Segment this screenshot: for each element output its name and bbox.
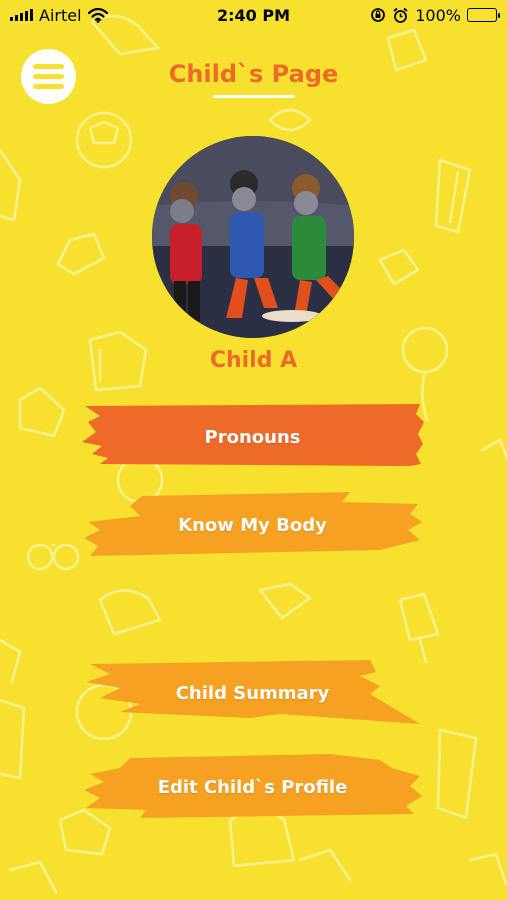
status-bar-left: Airtel [10,6,108,25]
avatar-image [152,136,354,338]
alarm-icon [393,7,408,23]
edit-child-profile-button-label: Edit Child`s Profile [157,776,348,798]
title-underline [213,95,295,98]
pronouns-button-label: Pronouns [204,426,301,448]
child-summary-button-label: Child Summary [175,682,330,704]
signal-strength-icon [10,9,33,21]
child-name: Child A [209,348,298,373]
know-my-body-button-label: Know My Body [178,514,327,536]
page-title: Child`s Page [168,60,339,88]
edit-child-profile-button[interactable]: Edit Child`s Profile [80,752,425,822]
know-my-body-button[interactable]: Know My Body [80,490,425,560]
wifi-icon [87,7,108,23]
battery-icon [467,8,500,22]
status-bar-right: 100% [370,5,500,25]
carrier-name: Airtel [39,5,82,25]
orientation-lock-icon [371,8,386,22]
battery-percentage: 100% [415,5,461,25]
child-summary-button[interactable]: Child Summary [80,658,425,728]
pronouns-button[interactable]: Pronouns [80,402,425,472]
child-avatar[interactable] [152,136,354,338]
status-bar: Airtel 2:40 PM 100% [0,0,507,30]
